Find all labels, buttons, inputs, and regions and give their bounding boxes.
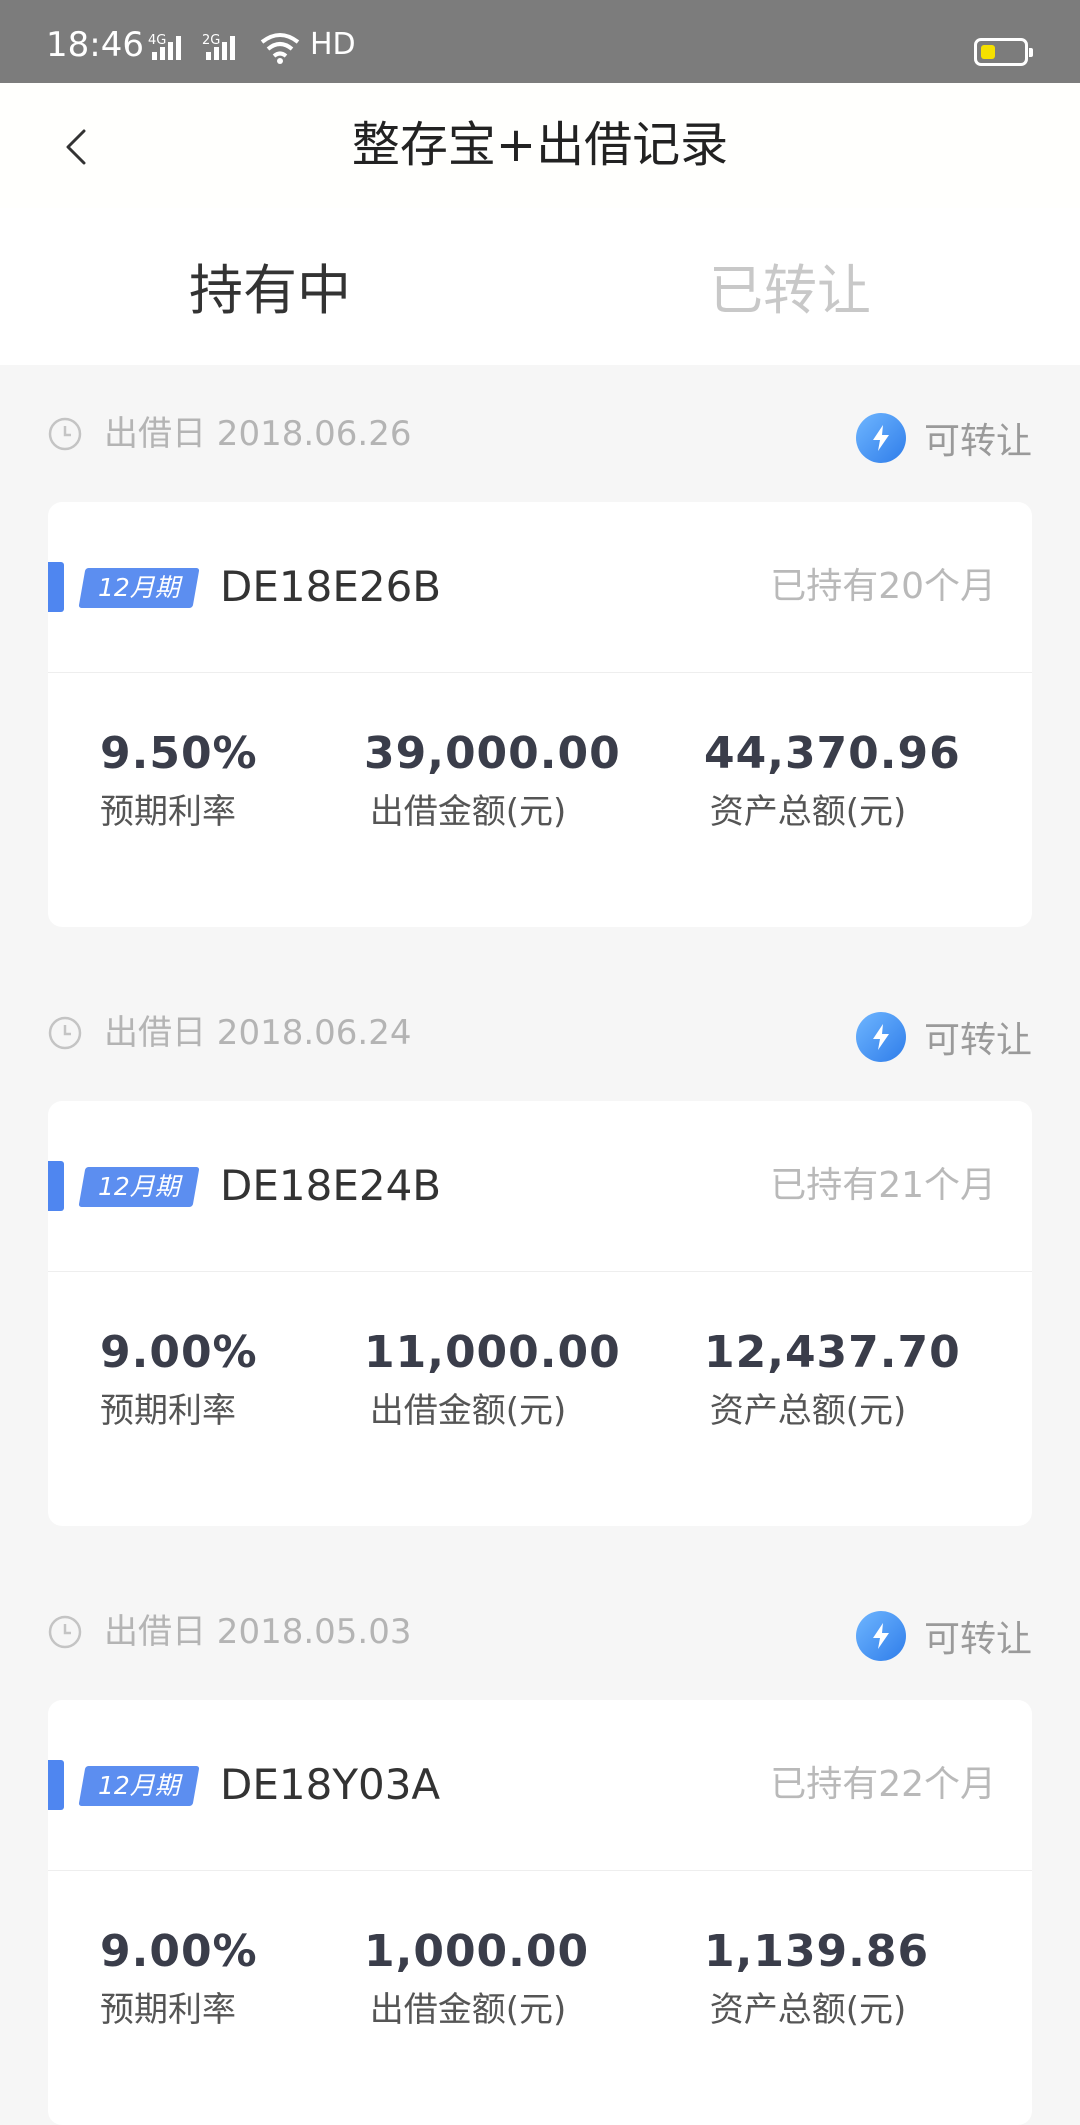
amount-label: 出借金额(元) bbox=[369, 1990, 567, 2030]
tab-holding[interactable]: 持有中 bbox=[0, 208, 540, 365]
chevron-left-icon[interactable] bbox=[60, 129, 96, 165]
lend-date: 出借日 2018.06.24 bbox=[104, 1013, 412, 1053]
metric-rate: 9.00% 预期利率 bbox=[100, 1327, 258, 1432]
term-badge: 12月期 bbox=[78, 1167, 200, 1207]
record-card[interactable]: 12月期 DE18E24B 已持有21个月 9.00% 预期利率 11,000.… bbox=[48, 1101, 1032, 1526]
term-badge: 12月期 bbox=[78, 1766, 200, 1806]
rate-label: 预期利率 bbox=[100, 1391, 236, 1431]
card-marker bbox=[48, 562, 64, 612]
metric-rate: 9.00% 预期利率 bbox=[100, 1926, 258, 2031]
card-marker bbox=[48, 1161, 64, 1211]
transfer-button[interactable]: 可转让 bbox=[855, 412, 1032, 464]
term-badge: 12月期 bbox=[78, 568, 200, 608]
lightning-icon bbox=[855, 413, 906, 463]
rate-value: 9.00% bbox=[100, 1327, 258, 1378]
lightning-icon bbox=[855, 1611, 906, 1661]
amount-value: 11,000.00 bbox=[364, 1327, 621, 1378]
card-marker bbox=[48, 1760, 64, 1810]
hd-indicator: HD bbox=[310, 27, 356, 62]
rate-value: 9.00% bbox=[100, 1926, 258, 1977]
card-header: 12月期 DE18E24B 已持有21个月 bbox=[48, 1101, 1032, 1272]
lend-date: 出借日 2018.05.03 bbox=[104, 1612, 412, 1652]
page-title: 整存宝+出借记录 bbox=[351, 117, 729, 173]
nav-bar: 整存宝+出借记录 bbox=[0, 83, 1080, 208]
metric-amount: 11,000.00 出借金额(元) bbox=[364, 1327, 621, 1432]
rate-value: 9.50% bbox=[100, 728, 258, 779]
status-time: 18:46 bbox=[46, 25, 144, 65]
svg-text:4G: 4G bbox=[148, 33, 166, 48]
wifi-icon bbox=[260, 33, 300, 64]
held-duration: 已持有21个月 bbox=[770, 1165, 996, 1206]
metric-total: 1,139.86 资产总额(元) bbox=[704, 1926, 930, 2031]
transfer-label: 可转让 bbox=[923, 421, 1032, 462]
total-label: 资产总额(元) bbox=[709, 1990, 907, 2030]
total-value: 12,437.70 bbox=[704, 1327, 961, 1378]
cellular-signal-icon: 4G bbox=[148, 33, 181, 60]
product-code: DE18Y03A bbox=[220, 1760, 441, 1809]
total-label: 资产总额(元) bbox=[709, 1391, 907, 1431]
held-duration: 已持有20个月 bbox=[770, 566, 996, 607]
card-header: 12月期 DE18Y03A 已持有22个月 bbox=[48, 1700, 1032, 1871]
lend-date: 出借日 2018.06.26 bbox=[104, 414, 412, 454]
battery-icon bbox=[974, 38, 1033, 66]
metric-amount: 39,000.00 出借金额(元) bbox=[364, 728, 621, 833]
metric-rate: 9.50% 预期利率 bbox=[100, 728, 258, 833]
transfer-label: 可转让 bbox=[923, 1020, 1032, 1061]
total-label: 资产总额(元) bbox=[709, 792, 907, 832]
date-row: 出借日 2018.06.26 可转让 bbox=[0, 372, 1080, 502]
amount-value: 1,000.00 bbox=[364, 1926, 590, 1977]
record-card[interactable]: 12月期 DE18E26B 已持有20个月 9.50% 预期利率 39,000.… bbox=[48, 502, 1032, 927]
cellular-signal-icon: 2G bbox=[202, 33, 235, 60]
svg-text:2G: 2G bbox=[202, 33, 220, 48]
status-bar: 18:46 4G 2G HD bbox=[0, 0, 1080, 83]
card-header: 12月期 DE18E26B 已持有20个月 bbox=[48, 502, 1032, 673]
transfer-button[interactable]: 可转让 bbox=[855, 1610, 1032, 1662]
tab-transferred[interactable]: 已转让 bbox=[520, 208, 1060, 365]
metric-total: 12,437.70 资产总额(元) bbox=[704, 1327, 961, 1432]
lightning-icon bbox=[855, 1012, 906, 1062]
product-code: DE18E26B bbox=[220, 562, 442, 611]
held-duration: 已持有22个月 bbox=[770, 1764, 996, 1805]
transfer-label: 可转让 bbox=[923, 1619, 1032, 1660]
clock-icon bbox=[48, 1615, 82, 1649]
amount-value: 39,000.00 bbox=[364, 728, 621, 779]
record-card[interactable]: 12月期 DE18Y03A 已持有22个月 9.00% 预期利率 1,000.0… bbox=[48, 1700, 1032, 2125]
metric-amount: 1,000.00 出借金额(元) bbox=[364, 1926, 590, 2031]
transfer-button[interactable]: 可转让 bbox=[855, 1011, 1032, 1063]
clock-icon bbox=[48, 417, 82, 451]
metric-total: 44,370.96 资产总额(元) bbox=[704, 728, 961, 833]
total-value: 44,370.96 bbox=[704, 728, 961, 779]
product-code: DE18E24B bbox=[220, 1161, 442, 1210]
rate-label: 预期利率 bbox=[100, 792, 236, 832]
tab-bar: 持有中 已转让 bbox=[0, 208, 1080, 365]
date-row: 出借日 2018.06.24 可转让 bbox=[0, 971, 1080, 1101]
rate-label: 预期利率 bbox=[100, 1990, 236, 2030]
amount-label: 出借金额(元) bbox=[369, 792, 567, 832]
total-value: 1,139.86 bbox=[704, 1926, 930, 1977]
date-row: 出借日 2018.05.03 可转让 bbox=[0, 1570, 1080, 1700]
clock-icon bbox=[48, 1016, 82, 1050]
amount-label: 出借金额(元) bbox=[369, 1391, 567, 1431]
